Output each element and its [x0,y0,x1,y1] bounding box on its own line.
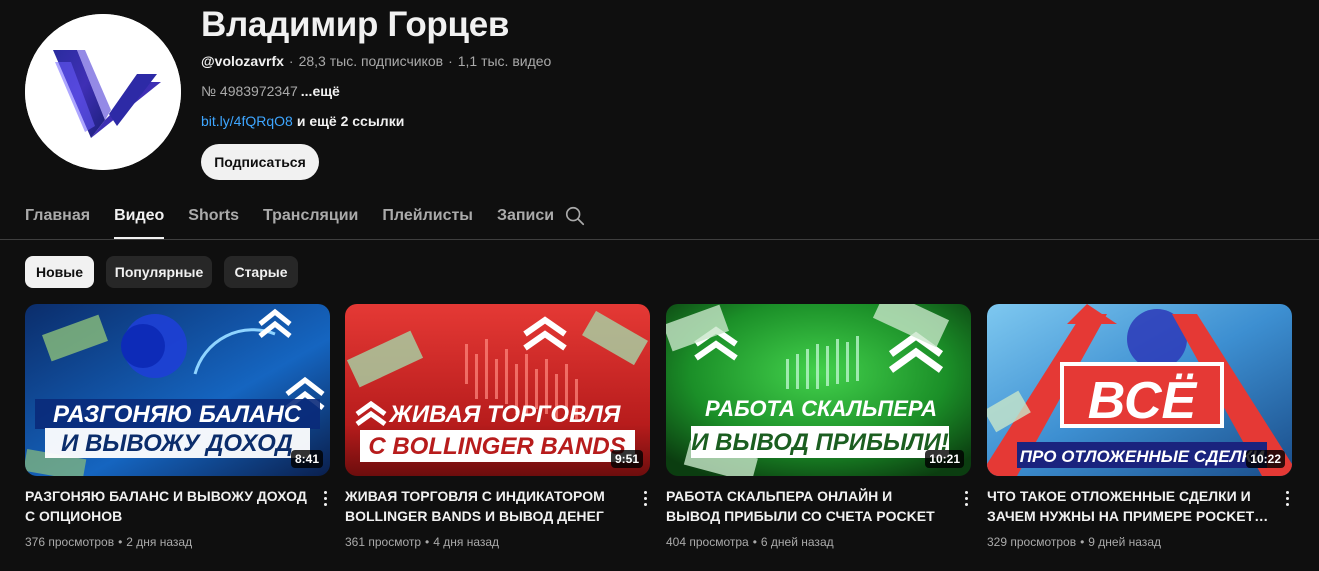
view-count: 376 просмотров [25,535,115,549]
tab-playlists[interactable]: Плейлисты [382,196,473,239]
video-card[interactable]: РАЗГОНЯЮ БАЛАНС И ВЫВОЖУ ДОХОД 8:41 РАЗГ… [25,304,330,549]
video-title[interactable]: ЖИВАЯ ТОРГОВЛЯ С ИНДИКАТОРОМ BOLLINGER B… [345,486,627,526]
channel-avatar[interactable] [25,14,181,170]
upload-age: 2 дня назад [126,535,193,549]
video-meta: 329 просмотров • 9 дней назад [987,535,1161,549]
channel-logo [25,14,181,170]
video-thumbnail[interactable]: РАБОТА СКАЛЬПЕРА И ВЫВОД ПРИБЫЛИ! 10:21 [666,304,971,476]
tab-posts[interactable]: Записи [497,196,554,239]
video-meta: 376 просмотров • 2 дня назад [25,535,193,549]
thumb-caption-2: И ВЫВОД ПРИБЫЛИ! [691,429,949,456]
thumb-caption-1: ЖИВАЯ ТОРГОВЛЯ [388,401,621,428]
video-title[interactable]: РАБОТА СКАЛЬПЕРА ОНЛАЙН И ВЫВОД ПРИБЫЛИ … [666,486,948,526]
channel-meta: @volozavrfx · 28,3 тыс. подписчиков · 1,1 ты… [201,53,552,69]
upload-age: 4 дня назад [433,535,500,549]
channel-name: Владимир Горцев [201,5,510,44]
thumb-caption-2: ПРО ОТЛОЖЕННЫЕ СДЕЛКИ [1020,447,1265,466]
more-links[interactable]: и ещё 2 ссылки [297,113,404,129]
video-card[interactable]: ВСЁ ПРО ОТЛОЖЕННЫЕ СДЕЛКИ 10:22 ЧТО ТАКО… [987,304,1292,549]
video-thumbnail[interactable]: ВСЁ ПРО ОТЛОЖЕННЫЕ СДЕЛКИ 10:22 [987,304,1292,476]
thumb-caption-1: РАБОТА СКАЛЬПЕРА [705,396,937,421]
tabs-divider [0,239,1319,240]
description-text: № 4983972347 [201,83,298,99]
video-count: 1,1 тыс. видео [457,53,552,69]
thumb-caption-1: РАЗГОНЯЮ БАЛАНС [53,401,302,428]
video-duration: 9:51 [610,450,643,468]
video-thumbnail[interactable]: ЖИВАЯ ТОРГОВЛЯ С BOLLINGER BANDS 9:51 [345,304,650,476]
channel-link[interactable]: bit.ly/4fQRqO8 [201,113,293,129]
channel-handle: @volozavrfx [201,53,284,69]
more-vert-icon[interactable] [318,488,332,508]
chip-oldest[interactable]: Старые [224,256,298,288]
channel-description[interactable]: № 4983972347 ...ещё [201,83,340,99]
video-meta: 404 просмотра • 6 дней назад [666,535,834,549]
channel-tabs: Главная Видео Shorts Трансляции Плейлист… [25,196,578,240]
video-title[interactable]: РАЗГОНЯЮ БАЛАНС И ВЫВОЖУ ДОХОД С ОПЦИОНО… [25,486,307,526]
thumb-caption-2: С BOLLINGER BANDS [368,433,625,460]
search-icon[interactable] [564,205,586,227]
subscriber-count: 28,3 тыс. подписчиков [298,53,444,69]
video-thumbnail[interactable]: РАЗГОНЯЮ БАЛАНС И ВЫВОЖУ ДОХОД 8:41 [25,304,330,476]
tab-videos[interactable]: Видео [114,196,165,239]
tab-live[interactable]: Трансляции [263,196,358,239]
video-card[interactable]: ЖИВАЯ ТОРГОВЛЯ С BOLLINGER BANDS 9:51 ЖИ… [345,304,650,549]
chip-popular[interactable]: Популярные [106,256,212,288]
channel-links: bit.ly/4fQRqO8 и ещё 2 ссылки [201,113,404,129]
subscribe-button[interactable]: Подписаться [201,144,319,180]
video-duration: 8:41 [290,450,323,468]
tab-shorts[interactable]: Shorts [188,196,239,239]
thumb-caption-2: И ВЫВОЖУ ДОХОД [61,430,293,457]
more-vert-icon[interactable] [1280,488,1294,508]
more-vert-icon[interactable] [638,488,652,508]
view-count: 329 просмотров [987,535,1077,549]
view-count: 361 просмотр [345,535,422,549]
upload-age: 9 дней назад [1088,535,1161,549]
more-link[interactable]: ...ещё [301,83,340,99]
upload-age: 6 дней назад [760,535,834,549]
chip-newest[interactable]: Новые [25,256,94,288]
video-duration: 10:21 [925,450,964,468]
video-duration: 10:22 [1246,450,1285,468]
video-title[interactable]: ЧТО ТАКОЕ ОТЛОЖЕННЫЕ СДЕЛКИ И ЗАЧЕМ НУЖН… [987,486,1269,526]
video-meta: 361 просмотр • 4 дня назад [345,535,500,549]
tab-home[interactable]: Главная [25,196,90,239]
thumb-caption-1: ВСЁ [1088,372,1198,430]
more-vert-icon[interactable] [959,488,973,508]
view-count: 404 просмотра [666,535,749,549]
video-card[interactable]: РАБОТА СКАЛЬПЕРА И ВЫВОД ПРИБЫЛИ! 10:21 … [666,304,971,549]
